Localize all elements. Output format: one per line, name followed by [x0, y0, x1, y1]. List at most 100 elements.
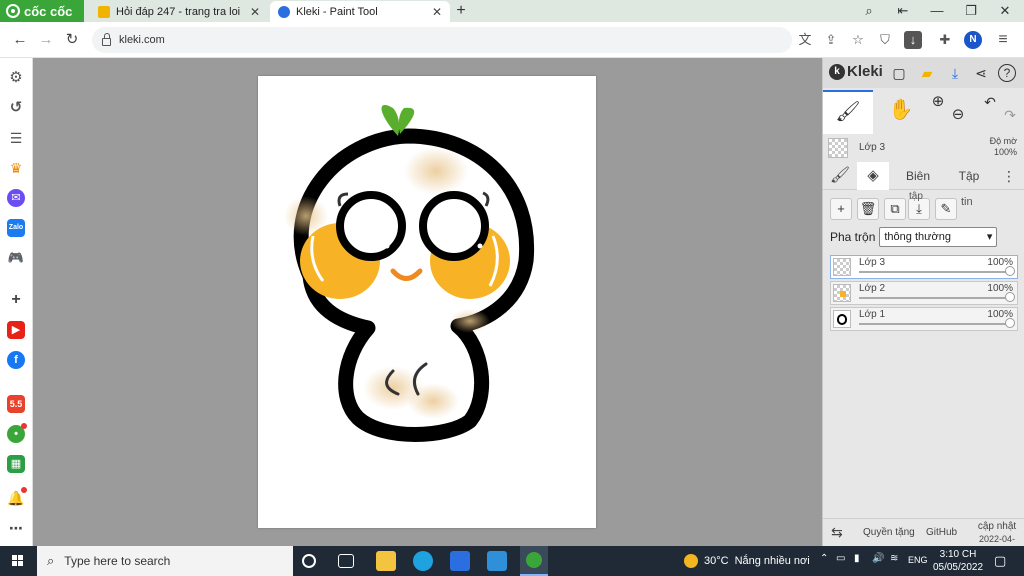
- duplicate-layer-icon[interactable]: ⧉: [884, 198, 906, 220]
- coccoc-taskbar-button[interactable]: [520, 546, 548, 576]
- add-layer-icon[interactable]: +: [830, 198, 852, 220]
- share-icon[interactable]: ⇪: [822, 31, 840, 49]
- more-options-icon[interactable]: ⋯: [7, 519, 25, 537]
- reading-list-icon[interactable]: ☰: [7, 129, 25, 147]
- tab-search-icon[interactable]: ⌕: [852, 0, 886, 22]
- new-tab-button[interactable]: +: [452, 1, 470, 21]
- taskbar-clock[interactable]: 3:10 CH 05/05/2022: [930, 548, 986, 574]
- sheets-app-icon[interactable]: ▦: [7, 455, 25, 473]
- tab-brush-icon[interactable]: 🖌: [827, 162, 853, 190]
- chat-app-icon[interactable]: •: [7, 423, 27, 443]
- undo-icon[interactable]: ↶: [979, 90, 1001, 134]
- restore-button[interactable]: ❐: [954, 0, 988, 22]
- layer-opacity-slider[interactable]: [859, 297, 1007, 299]
- reload-button[interactable]: ↻: [62, 30, 82, 50]
- menu-icon[interactable]: ≡: [994, 31, 1012, 49]
- browser-tab-bar: cốc cốc Hỏi đáp 247 - trang tra loi ✕ Kl…: [0, 0, 1024, 22]
- back-button[interactable]: ←: [10, 30, 30, 50]
- github-link[interactable]: GitHub: [926, 527, 957, 538]
- mail-icon[interactable]: [487, 551, 507, 571]
- layer-opacity-slider[interactable]: [859, 271, 1007, 273]
- tray-device-icon[interactable]: ▭: [836, 553, 845, 564]
- tab-layers-icon[interactable]: ◈: [857, 162, 889, 190]
- tab-kleki[interactable]: Kleki - Paint Tool ✕: [270, 1, 450, 22]
- sale-app-icon[interactable]: 5.5: [7, 395, 25, 413]
- coccoc-brand-button[interactable]: cốc cốc: [0, 0, 84, 22]
- windows-start-button[interactable]: [0, 546, 36, 576]
- download-icon[interactable]: ↓: [904, 31, 922, 49]
- rename-layer-icon[interactable]: ✎: [935, 198, 957, 220]
- redo-icon[interactable]: ↷: [999, 90, 1021, 134]
- task-view-icon[interactable]: [338, 554, 354, 568]
- new-image-icon[interactable]: ▢: [889, 63, 909, 83]
- volume-icon[interactable]: 🔊: [872, 553, 884, 564]
- messenger-icon[interactable]: ✉: [7, 189, 25, 207]
- notifications-bell-icon[interactable]: 🔔: [7, 487, 27, 507]
- youtube-icon[interactable]: ▶: [7, 321, 25, 339]
- layer-item[interactable]: Lớp 2 100%: [830, 281, 1018, 305]
- weather-widget[interactable]: 30°C Nắng nhiều nơi: [684, 546, 810, 576]
- add-shortcut-icon[interactable]: +: [7, 291, 25, 309]
- profile-avatar[interactable]: N: [964, 31, 982, 49]
- clock-time: 3:10 CH: [939, 549, 977, 560]
- blend-mode-select[interactable]: thông thường: [879, 227, 998, 247]
- cortana-icon[interactable]: [302, 554, 316, 568]
- address-bar[interactable]: kleki.com: [92, 27, 792, 53]
- zoom-out-icon[interactable]: ⊖: [947, 90, 969, 134]
- current-layer-name: Lớp 3: [859, 142, 886, 153]
- close-window-button[interactable]: ✕: [988, 0, 1022, 22]
- tab-file[interactable]: Tập: [949, 162, 989, 190]
- facebook-icon[interactable]: f: [7, 351, 25, 369]
- slider-knob[interactable]: [1005, 318, 1015, 328]
- bookmark-star-icon[interactable]: ☆: [849, 31, 867, 49]
- eye-sparkle: [477, 243, 483, 249]
- store-icon[interactable]: [450, 551, 470, 571]
- layer-item[interactable]: Lớp 1 100%: [830, 307, 1018, 331]
- kleki-logo[interactable]: k Kleki: [829, 63, 883, 80]
- update-label: cập nhật: [977, 521, 1017, 532]
- wifi-icon[interactable]: ≋: [890, 553, 898, 564]
- history-icon[interactable]: ↺: [7, 99, 25, 117]
- language-indicator[interactable]: ENG: [908, 555, 928, 565]
- zoom-in-icon[interactable]: ⊕: [927, 90, 949, 134]
- minimize-alt-icon[interactable]: ⇤: [886, 0, 920, 22]
- save-download-icon[interactable]: ⤓: [945, 63, 965, 83]
- layer-opacity-slider[interactable]: [859, 323, 1007, 325]
- help-icon[interactable]: ?: [998, 64, 1016, 82]
- share-icon[interactable]: ⋖: [971, 63, 991, 83]
- tab-edit[interactable]: Biên: [897, 162, 939, 190]
- kleki-logo-text: Kleki: [847, 63, 883, 80]
- privacy-link[interactable]: Quyền tặng: [863, 527, 915, 538]
- left-eye: [336, 191, 406, 261]
- brush-tool-button[interactable]: 🖌: [823, 90, 873, 134]
- delete-layer-icon[interactable]: 🗑: [857, 198, 879, 220]
- taskbar-search-box[interactable]: ⌕ Type here to search: [37, 546, 293, 576]
- close-tab-icon[interactable]: ✕: [432, 5, 442, 19]
- minimize-button[interactable]: —: [920, 0, 954, 22]
- slider-knob[interactable]: [1005, 266, 1015, 276]
- swap-arrows-icon[interactable]: ⇆: [831, 524, 843, 541]
- extensions-icon[interactable]: ✚: [936, 31, 954, 49]
- settings-gear-icon[interactable]: ⚙: [7, 69, 25, 87]
- crown-icon[interactable]: ♛: [7, 159, 25, 177]
- more-vertical-icon[interactable]: ⋮: [999, 162, 1019, 190]
- drawing-workspace[interactable]: [33, 58, 822, 546]
- notification-center-icon[interactable]: ▢: [994, 553, 1006, 569]
- battery-icon[interactable]: ▮: [854, 553, 860, 564]
- translate-icon[interactable]: 文: [796, 31, 814, 49]
- close-tab-icon[interactable]: ✕: [250, 5, 260, 19]
- slider-knob[interactable]: [1005, 292, 1015, 302]
- layer-item[interactable]: Lớp 3 100%: [830, 255, 1018, 279]
- tray-expand-icon[interactable]: ⌃: [820, 553, 828, 564]
- game-icon[interactable]: 🎮: [7, 249, 25, 267]
- file-explorer-icon[interactable]: [376, 551, 396, 571]
- shield-icon[interactable]: ⛉: [876, 31, 894, 49]
- zalo-icon[interactable]: Zalo: [7, 219, 25, 237]
- open-folder-icon[interactable]: ▰: [917, 63, 937, 83]
- edge-icon[interactable]: [413, 551, 433, 571]
- kleki-side-panel: k Kleki ▢ ▰ ⤓ ⋖ ? 🖌 ✋ ⊕ ⊖ ↶ ↷ Lớp 3 Độ m…: [822, 58, 1024, 556]
- hand-tool-icon[interactable]: ✋: [881, 90, 921, 134]
- drawing-canvas[interactable]: [258, 76, 596, 528]
- tab-hoidap[interactable]: Hỏi đáp 247 - trang tra loi ✕: [90, 1, 268, 22]
- forward-button[interactable]: →: [36, 30, 56, 50]
